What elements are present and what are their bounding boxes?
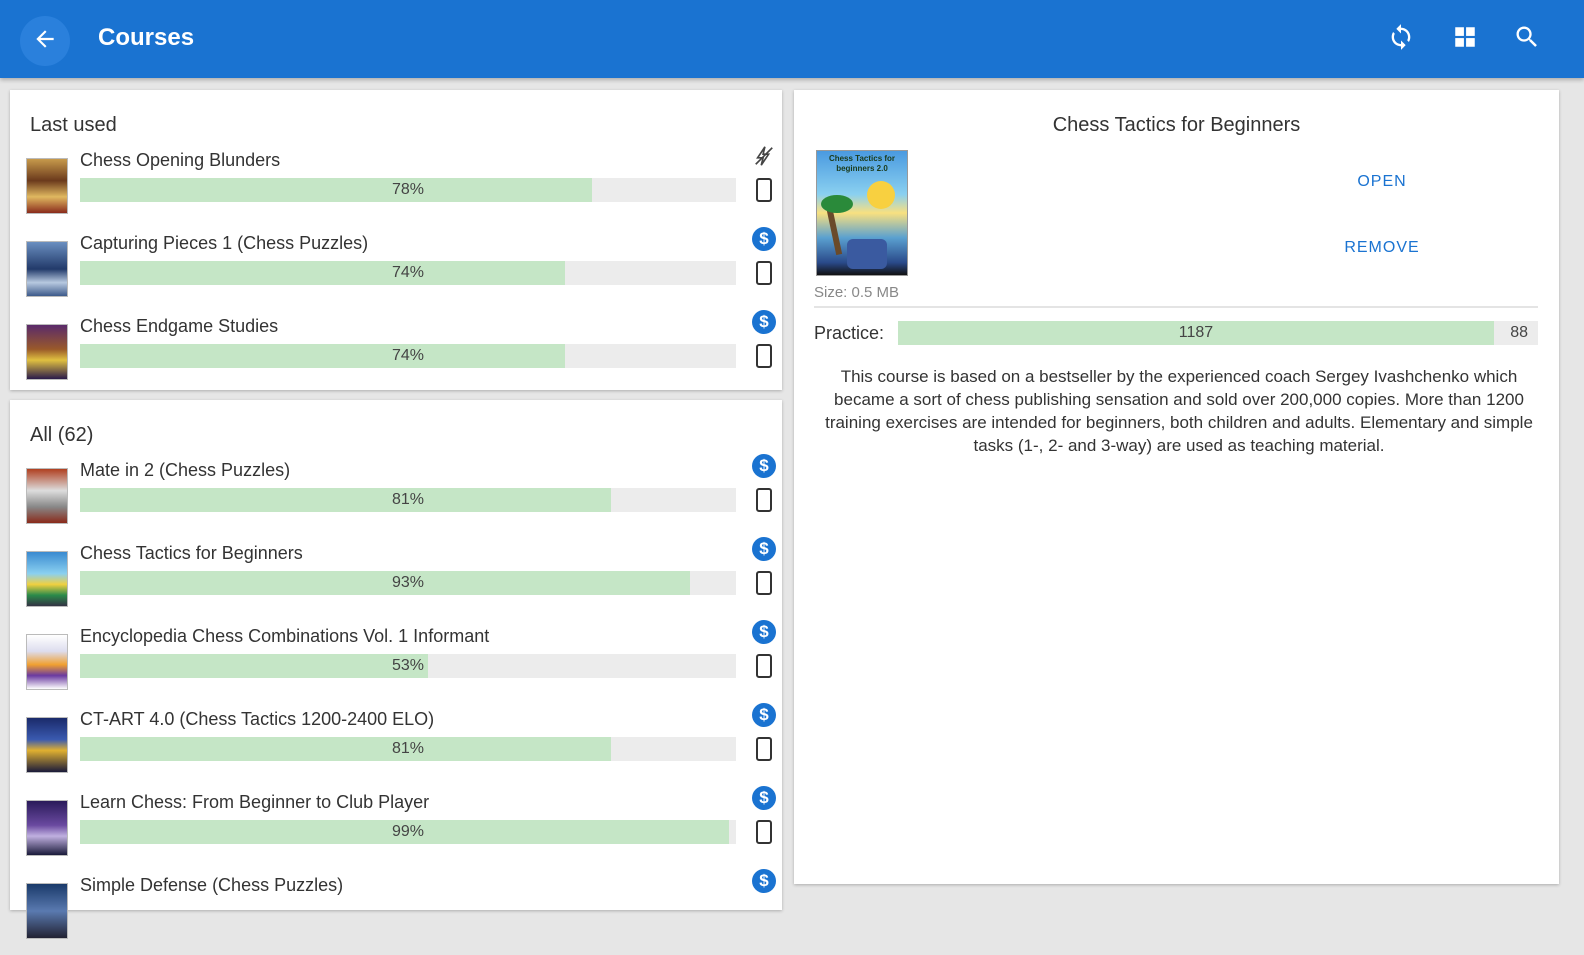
detail-title: Chess Tactics for Beginners: [1052, 114, 1301, 136]
course-row[interactable]: CT-ART 4.0 (Chess Tactics 1200-2400 ELO)…: [22, 703, 776, 789]
course-description: This course is based on a bestseller by …: [825, 367, 1533, 455]
practice-solved-count: 1187: [1178, 324, 1214, 341]
chess-pieces-shape: [847, 239, 887, 269]
course-name: Mate in 2 (Chess Puzzles): [80, 460, 291, 480]
course-cover: [26, 551, 68, 607]
grid-view-button[interactable]: [1448, 22, 1482, 56]
course-name: CT-ART 4.0 (Chess Tactics 1200-2400 ELO): [80, 709, 435, 729]
device-icon: [756, 820, 772, 844]
progress-bar: 78%: [80, 178, 736, 202]
course-cover: [26, 158, 68, 214]
progress-label: 74%: [391, 264, 425, 281]
course-name: Chess Endgame Studies: [80, 316, 279, 336]
course-cover: [26, 634, 68, 690]
progress-bar: 99%: [80, 820, 736, 844]
progress-label: 81%: [391, 740, 425, 757]
course-name: Chess Opening Blunders: [80, 150, 281, 170]
arrow-left-icon: [32, 26, 58, 57]
course-row[interactable]: Capturing Pieces 1 (Chess Puzzles) 74% $: [22, 227, 776, 313]
progress-bar: 93%: [80, 571, 736, 595]
course-row[interactable]: Chess Tactics for Beginners 93% $: [22, 537, 776, 623]
course-cover: [26, 800, 68, 856]
grid-view-icon: [1452, 24, 1478, 55]
course-name: Chess Tactics for Beginners: [80, 543, 303, 563]
cover-caption: Chess Tactics for beginners 2.0: [828, 154, 896, 173]
palm-leaves-shape: [821, 195, 853, 213]
search-icon: [1513, 23, 1541, 56]
size-label: Size: 0.5 MB: [814, 284, 900, 301]
section-title-all: All (62): [30, 424, 94, 446]
device-icon: [756, 344, 772, 368]
open-button[interactable]: OPEN: [1312, 173, 1452, 191]
device-icon: [756, 488, 772, 512]
app-bar: Courses: [0, 0, 1584, 78]
dollar-coin-icon[interactable]: $: [751, 868, 777, 894]
dollar-coin-icon[interactable]: $: [751, 453, 777, 479]
dollar-coin-icon[interactable]: $: [751, 536, 777, 562]
all-courses-card: All (62) Mate in 2 (Chess Puzzles) 81% $…: [10, 400, 782, 939]
device-icon: [756, 654, 772, 678]
course-detail-card: Chess Tactics for Beginners Chess Tactic…: [794, 90, 1559, 884]
dollar-coin-icon[interactable]: $: [751, 785, 777, 811]
device-icon: [756, 737, 772, 761]
course-row[interactable]: Simple Defense (Chess Puzzles) $: [22, 869, 776, 955]
dollar-coin-icon[interactable]: $: [751, 309, 777, 335]
last-used-card: Last used Chess Opening Blunders 78% Cap…: [10, 90, 782, 390]
device-icon: [756, 178, 772, 202]
back-button[interactable]: [20, 16, 70, 66]
dollar-coin-icon[interactable]: $: [751, 619, 777, 645]
progress-label: 78%: [391, 181, 425, 198]
device-icon: [756, 571, 772, 595]
search-button[interactable]: [1510, 22, 1544, 56]
progress-label: 99%: [391, 823, 425, 840]
course-cover: [26, 883, 68, 939]
divider: [814, 306, 1538, 308]
course-name: Encyclopedia Chess Combinations Vol. 1 I…: [80, 626, 490, 646]
course-cover: [26, 241, 68, 297]
course-cover: [26, 717, 68, 773]
progress-bar: 74%: [80, 344, 736, 368]
course-row[interactable]: Chess Endgame Studies 74% $: [22, 310, 776, 396]
progress-bar: 74%: [80, 261, 736, 285]
sun-shape: [867, 181, 895, 209]
dollar-coin-icon[interactable]: $: [751, 702, 777, 728]
remove-button[interactable]: REMOVE: [1312, 239, 1452, 257]
section-title-last-used: Last used: [30, 114, 117, 136]
dollar-coin-icon[interactable]: $: [751, 226, 777, 252]
progress-bar: 81%: [80, 488, 736, 512]
sync-button[interactable]: [1384, 22, 1418, 56]
practice-remaining-count: 88: [1510, 324, 1528, 341]
progress-label: 93%: [391, 574, 425, 591]
progress-label: 81%: [391, 491, 425, 508]
progress-bar: 81%: [80, 737, 736, 761]
course-cover: Chess Tactics for beginners 2.0: [816, 150, 908, 276]
course-row[interactable]: Mate in 2 (Chess Puzzles) 81% $: [22, 454, 776, 540]
course-row[interactable]: Encyclopedia Chess Combinations Vol. 1 I…: [22, 620, 776, 706]
course-name: Learn Chess: From Beginner to Club Playe…: [80, 792, 430, 812]
progress-label: 74%: [391, 347, 425, 364]
course-name: Simple Defense (Chess Puzzles): [80, 875, 344, 895]
offline-bolt-icon[interactable]: [751, 143, 777, 169]
course-cover: [26, 468, 68, 524]
device-icon: [756, 261, 772, 285]
progress-label: 53%: [391, 657, 425, 674]
sync-icon: [1387, 23, 1415, 56]
practice-bar: 1187 88: [898, 321, 1538, 345]
progress-bar: 53%: [80, 654, 736, 678]
page-title: Courses: [98, 24, 195, 51]
course-cover: [26, 324, 68, 380]
course-row[interactable]: Learn Chess: From Beginner to Club Playe…: [22, 786, 776, 872]
course-row[interactable]: Chess Opening Blunders 78%: [22, 146, 774, 230]
practice-label: Practice:: [814, 323, 885, 343]
course-name: Capturing Pieces 1 (Chess Puzzles): [80, 233, 369, 253]
